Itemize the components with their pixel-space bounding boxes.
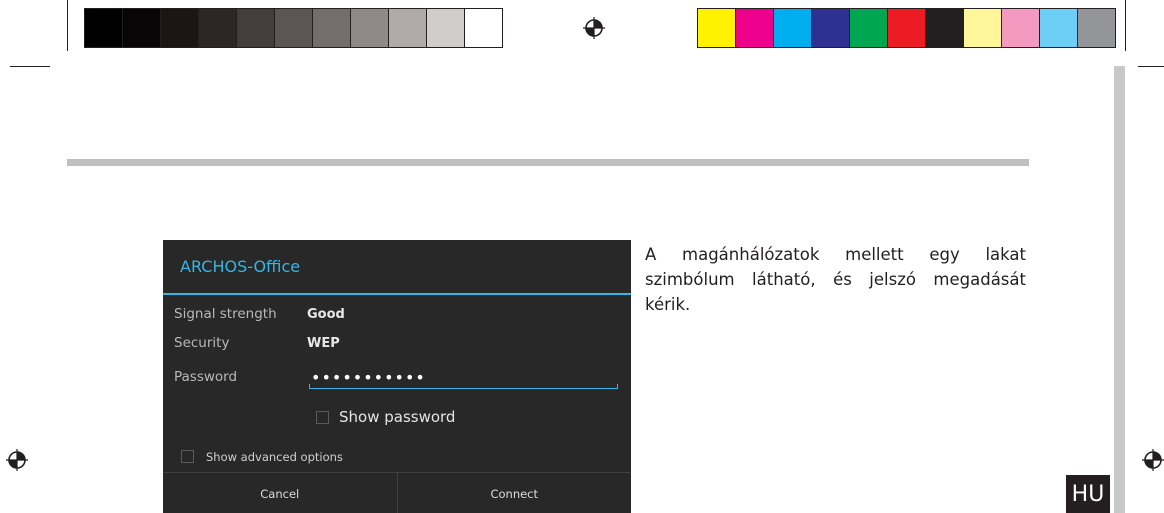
- dialog-button-row: Cancel Connect: [163, 472, 631, 513]
- connect-button[interactable]: Connect: [396, 473, 632, 513]
- grayscale-swatch-2: [122, 8, 161, 48]
- body-paragraph: A magánhálózatok mellett egy lakat szimb…: [645, 245, 1026, 314]
- grayscale-swatch-8: [350, 8, 389, 48]
- color-swatch-1: [697, 8, 736, 48]
- color-swatch-3: [773, 8, 812, 48]
- color-swatch-7: [925, 8, 964, 48]
- crop-mark-top-left-vertical: [67, 0, 68, 51]
- color-swatch-8: [963, 8, 1002, 48]
- color-swatch-11: [1077, 8, 1116, 48]
- color-swatch-9: [1001, 8, 1040, 48]
- password-underline-tick: [309, 384, 310, 389]
- grayscale-swatch-9: [388, 8, 427, 48]
- grayscale-swatch-4: [198, 8, 237, 48]
- grayscale-swatch-11: [464, 8, 503, 48]
- grayscale-swatch-10: [426, 8, 465, 48]
- color-swatch-6: [887, 8, 926, 48]
- color-swatch-4: [811, 8, 850, 48]
- crop-mark-top-left-horizontal: [10, 66, 50, 67]
- security-value: WEP: [307, 336, 340, 351]
- signal-strength-label: Signal strength: [174, 306, 277, 322]
- signal-strength-value: Good: [307, 307, 345, 322]
- cancel-button[interactable]: Cancel: [163, 473, 397, 513]
- password-input[interactable]: •••••••••••: [311, 368, 426, 387]
- show-advanced-label[interactable]: Show advanced options: [206, 450, 343, 464]
- registration-target-icon: [583, 17, 605, 39]
- side-bar: [1114, 66, 1125, 513]
- dialog-title-divider: [163, 293, 631, 295]
- password-label: Password: [174, 369, 238, 385]
- grayscale-swatch-3: [160, 8, 199, 48]
- grayscale-swatch-5: [236, 8, 275, 48]
- grayscale-swatch-6: [274, 8, 313, 48]
- grayscale-swatch-strip: [84, 8, 503, 48]
- language-tab: HU: [1066, 475, 1110, 513]
- crop-mark-top-right-horizontal: [1138, 66, 1164, 67]
- color-swatch-strip: [697, 8, 1116, 48]
- color-swatch-2: [735, 8, 774, 48]
- grayscale-swatch-1: [84, 8, 123, 48]
- show-password-checkbox[interactable]: [316, 411, 329, 424]
- registration-target-icon: [1142, 449, 1164, 471]
- wifi-dialog: ARCHOS-Office Signal strength Good Secur…: [163, 240, 631, 513]
- password-underline: [309, 388, 618, 389]
- header-rule: [67, 159, 1029, 166]
- dialog-title: ARCHOS-Office: [180, 257, 301, 276]
- show-advanced-checkbox[interactable]: [181, 450, 194, 463]
- color-swatch-10: [1039, 8, 1078, 48]
- registration-target-icon: [6, 449, 28, 471]
- password-underline-tick: [617, 384, 618, 389]
- crop-mark-top-right-vertical: [1125, 0, 1126, 51]
- security-label: Security: [174, 335, 230, 351]
- grayscale-swatch-7: [312, 8, 351, 48]
- show-password-label[interactable]: Show password: [339, 408, 455, 426]
- color-swatch-5: [849, 8, 888, 48]
